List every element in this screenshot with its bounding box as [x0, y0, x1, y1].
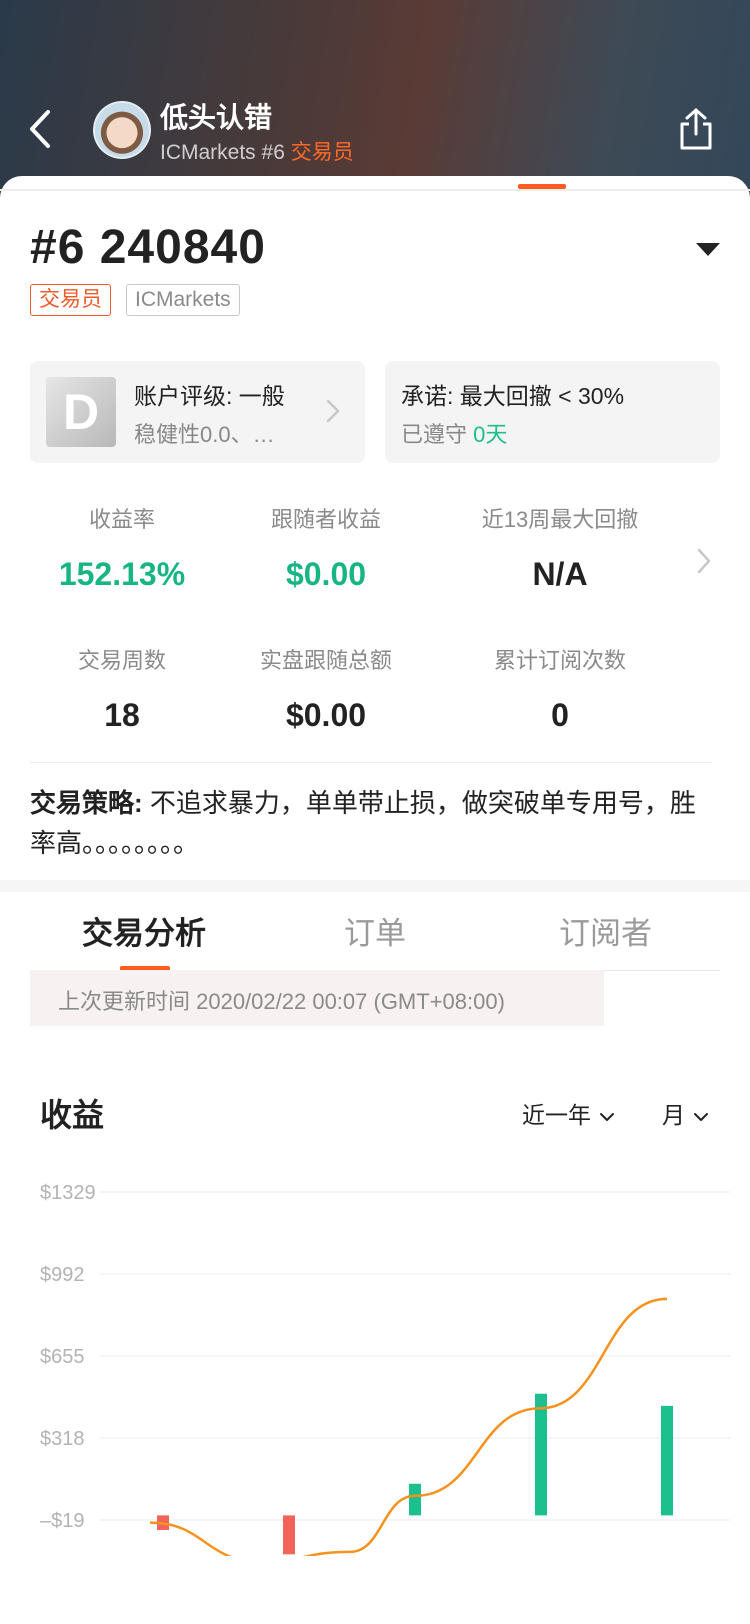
back-arrow-icon[interactable] [22, 104, 62, 154]
kept-days: 0天 [473, 422, 508, 447]
profit-bar [283, 1515, 295, 1555]
tab-trading-analysis[interactable]: 交易分析 [82, 908, 206, 953]
account-rating-card[interactable]: D 账户评级: 一般 稳健性0.0、… [30, 361, 365, 463]
range-selector-label: 近一年 [522, 1102, 591, 1128]
period-selector[interactable]: 月 [662, 1096, 709, 1130]
stat-label: 实盘跟随总额 [259, 648, 392, 673]
stat-subscription-count: 累计订阅次数 0 [450, 643, 670, 734]
divider [30, 762, 712, 763]
section-gap [0, 880, 750, 892]
tab-orders[interactable]: 订单 [344, 908, 406, 953]
rating-label: 账户评级: 一般 [134, 383, 285, 409]
range-selector[interactable]: 近一年 [522, 1096, 615, 1130]
chevron-down-icon [600, 1112, 614, 1121]
strategy-label: 交易策略: [30, 788, 143, 818]
profit-bar [661, 1405, 673, 1516]
stat-return-rate: 收益率 152.13% [12, 502, 232, 593]
card-divider [0, 189, 750, 191]
stat-live-follow-total: 实盘跟随总额 $0.00 [216, 643, 436, 734]
chevron-right-icon [326, 399, 340, 423]
stat-value: $0.00 [285, 556, 367, 592]
stat-label: 收益率 [88, 507, 155, 532]
account-dropdown-icon[interactable] [696, 243, 720, 256]
profile-header: 低头认错 ICMarkets #6 交易员 [0, 0, 750, 200]
stat-label: 跟随者收益 [270, 507, 381, 532]
rating-detail: 稳健性0.0、… [134, 422, 275, 447]
tab-subscribers[interactable]: 订阅者 [559, 908, 652, 953]
chevron-right-icon[interactable] [695, 546, 713, 576]
period-selector-label: 月 [662, 1102, 685, 1128]
drag-indicator [518, 184, 566, 189]
share-icon[interactable] [676, 106, 716, 152]
cumulative-profit-line [149, 1297, 668, 1556]
stat-value: 18 [104, 697, 140, 733]
trader-subtitle: ICMarkets #6 交易员 [160, 136, 354, 166]
broker-tag: ICMarkets [126, 284, 240, 316]
commitment-card: 承诺: 最大回撤 < 30% 已遵守 0天 [385, 361, 720, 463]
stat-label: 交易周数 [77, 648, 166, 673]
last-updated-text: 上次更新时间 2020/02/22 00:07 (GMT+08:00) [58, 989, 505, 1014]
stat-label: 累计订阅次数 [493, 648, 626, 673]
broker-name: ICMarkets [160, 141, 256, 164]
stat-label: 近13周最大回撤 [481, 507, 639, 532]
stat-trading-weeks: 交易周数 18 [12, 643, 232, 734]
y-tick-label: $655 [40, 1346, 85, 1368]
profit-bar [409, 1483, 421, 1516]
last-updated-banner: 上次更新时间 2020/02/22 00:07 (GMT+08:00) [30, 970, 604, 1026]
trading-strategy: 交易策略: 不追求暴力，单单带止损，做突破单专用号，胜率高。。。。。。。。 [30, 783, 720, 863]
account-title: #6 240840 [30, 221, 266, 274]
rank-label: #6 [261, 141, 285, 164]
stat-value: 152.13% [58, 556, 186, 592]
commitment-label: 承诺: 最大回撤 < 30% [401, 383, 625, 409]
chart-title: 收益 [40, 1097, 105, 1133]
stat-value: $0.00 [285, 697, 367, 733]
role-label: 交易员 [290, 141, 354, 164]
y-tick-label: $992 [40, 1264, 85, 1286]
y-tick-label: –$19 [40, 1510, 85, 1532]
stat-max-drawdown: 近13周最大回撤 N/A [450, 502, 670, 593]
stat-value: 0 [551, 697, 569, 733]
y-tick-label: $1329 [40, 1182, 96, 1204]
grade-badge: D [46, 377, 116, 447]
avatar[interactable] [93, 101, 151, 159]
profit-bar [535, 1393, 547, 1516]
role-tag: 交易员 [30, 284, 111, 316]
trader-name: 低头认错 [160, 102, 273, 133]
commitment-kept: 已遵守 0天 [401, 417, 507, 449]
chevron-down-icon [694, 1112, 708, 1121]
y-tick-label: $318 [40, 1428, 85, 1450]
profit-chart: $1329 $992 $655 $318 –$19 [40, 1182, 730, 1556]
kept-prefix: 已遵守 [401, 422, 474, 447]
stat-value: N/A [532, 556, 588, 592]
stat-follower-profit: 跟随者收益 $0.00 [216, 502, 436, 593]
